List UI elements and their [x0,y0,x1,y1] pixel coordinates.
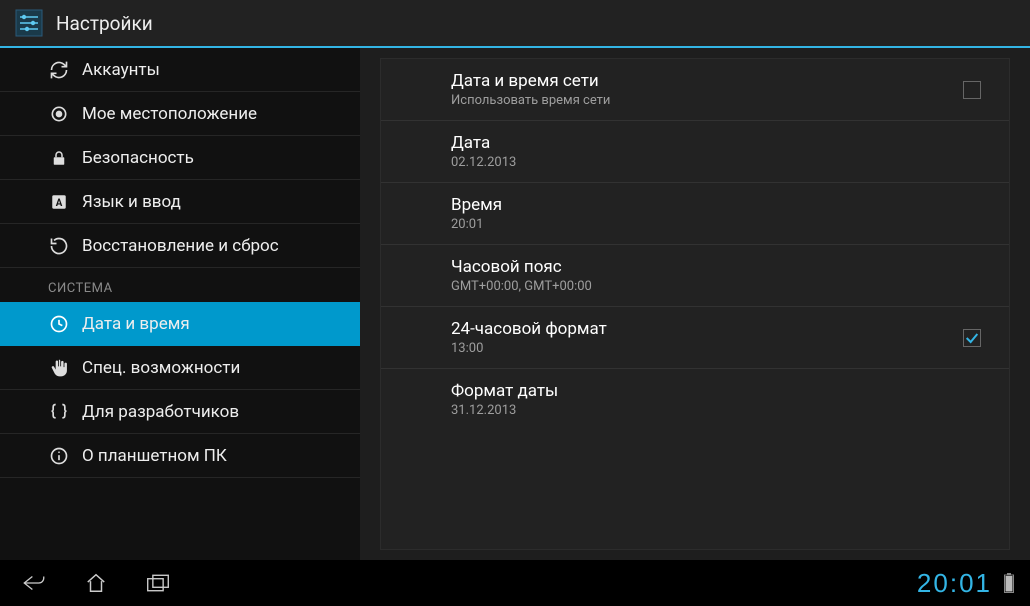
sidebar-item-accessibility[interactable]: Спец. возможности [0,346,360,390]
sidebar-item-accounts[interactable]: Аккаунты [0,48,360,92]
sidebar-item-backup[interactable]: Восстановление и сброс [0,224,360,268]
nav-right[interactable]: 20:01 [917,568,1014,599]
row-subtitle: Использовать время сети [451,93,989,108]
nav-left [16,569,172,597]
row-title: Дата [451,133,989,153]
sidebar-item-datetime[interactable]: Дата и время [0,302,360,346]
sidebar-item-label: Мое местоположение [82,104,257,124]
row-network-time[interactable]: Дата и время сети Использовать время сет… [381,59,1009,121]
row-title: Формат даты [451,381,989,401]
battery-icon [1004,573,1014,593]
row-subtitle: 31.12.2013 [451,403,989,418]
screen: Настройки Аккаунты Мо [0,0,1030,606]
restore-icon [48,235,70,257]
row-timezone[interactable]: Часовой пояс GMT+00:00, GMT+00:00 [381,245,1009,307]
system-navbar: 20:01 [0,560,1030,606]
language-icon: A [48,191,70,213]
sidebar-item-security[interactable]: Безопасность [0,136,360,180]
row-title: 24-часовой формат [451,319,989,339]
row-subtitle: 20:01 [451,217,989,232]
sidebar-section-system: СИСТЕМА [0,268,360,302]
braces-icon [48,401,70,423]
app-header: Настройки [0,0,1030,48]
sidebar-item-label: Дата и время [82,314,190,334]
back-button[interactable] [20,569,48,597]
sidebar-item-label: Для разработчиков [82,402,239,422]
row-title: Время [451,195,989,215]
row-title: Часовой пояс [451,257,989,277]
lock-icon [48,147,70,169]
svg-text:A: A [56,197,63,208]
sidebar-item-label: Восстановление и сброс [82,236,279,256]
clock-icon [48,313,70,335]
sidebar: Аккаунты Мое местоположение Безопас [0,48,360,560]
sidebar-item-label: О планшетном ПК [82,446,227,466]
sidebar-item-language[interactable]: A Язык и ввод [0,180,360,224]
hand-icon [48,357,70,379]
checkbox-24hour[interactable] [963,329,981,347]
recent-apps-button[interactable] [144,569,172,597]
row-title: Дата и время сети [451,71,989,91]
location-icon [48,103,70,125]
sidebar-item-label: Спец. возможности [82,358,240,378]
sidebar-item-label: Язык и ввод [82,192,181,212]
row-date[interactable]: Дата 02.12.2013 [381,121,1009,183]
settings-icon [12,6,46,40]
sidebar-item-label: Аккаунты [82,60,160,80]
content-area: Дата и время сети Использовать время сет… [360,48,1030,560]
sidebar-item-about[interactable]: О планшетном ПК [0,434,360,478]
body: Аккаунты Мое местоположение Безопас [0,48,1030,560]
row-24hour[interactable]: 24-часовой формат 13:00 [381,307,1009,369]
row-date-format[interactable]: Формат даты 31.12.2013 [381,369,1009,430]
header-title: Настройки [56,12,153,35]
home-button[interactable] [82,569,110,597]
checkbox-network-time[interactable] [963,81,981,99]
row-subtitle: 13:00 [451,341,989,356]
status-clock: 20:01 [917,568,992,599]
settings-panel: Дата и время сети Использовать время сет… [380,58,1010,550]
info-icon [48,445,70,467]
row-subtitle: GMT+00:00, GMT+00:00 [451,279,989,294]
sidebar-item-label: Безопасность [82,148,194,168]
sidebar-item-location[interactable]: Мое местоположение [0,92,360,136]
row-time[interactable]: Время 20:01 [381,183,1009,245]
sync-icon [48,59,70,81]
sidebar-item-developer[interactable]: Для разработчиков [0,390,360,434]
row-subtitle: 02.12.2013 [451,155,989,170]
